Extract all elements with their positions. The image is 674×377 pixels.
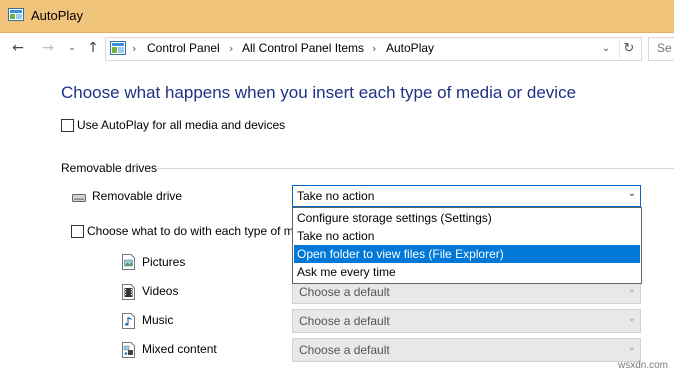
breadcrumb-separator[interactable]: › xyxy=(132,42,136,55)
page-title: Choose what happens when you insert each… xyxy=(61,83,577,102)
forward-arrow-icon[interactable]: → xyxy=(39,39,57,57)
address-history-chevron-icon[interactable]: ⌄ xyxy=(599,41,613,57)
select-value: Choose a default xyxy=(299,343,390,357)
breadcrumb-control-panel[interactable]: Control Panel xyxy=(147,41,220,55)
use-autoplay-label[interactable]: Use AutoPlay for all media and devices xyxy=(77,118,285,132)
dropdown-option-open-folder[interactable]: Open folder to view files (File Explorer… xyxy=(294,245,640,263)
search-placeholder: Se xyxy=(657,41,672,55)
breadcrumb-autoplay[interactable]: AutoPlay xyxy=(386,41,434,55)
chevron-down-icon: ⌄ xyxy=(627,284,636,295)
dropdown-option-label: Open folder to view files (File Explorer… xyxy=(297,247,504,261)
removable-drive-label: Removable drive xyxy=(92,189,183,203)
removable-drive-selected-value: Take no action xyxy=(297,189,375,203)
breadcrumb-separator[interactable]: › xyxy=(229,42,233,55)
mixed-content-icon xyxy=(122,342,135,358)
removable-drive-dropdown-list: Configure storage settings (Settings) Ta… xyxy=(292,207,642,284)
music-default-select[interactable]: Choose a default ⌄ xyxy=(292,309,641,333)
window-title: AutoPlay xyxy=(31,8,84,23)
use-autoplay-checkbox[interactable] xyxy=(61,119,74,132)
title-bar: AutoPlay xyxy=(0,0,674,33)
chevron-down-icon: ⌄ xyxy=(627,188,636,199)
videos-icon xyxy=(122,284,135,300)
control-panel-icon xyxy=(110,41,126,55)
select-value: Choose a default xyxy=(299,314,390,328)
dropdown-option-configure-storage[interactable]: Configure storage settings (Settings) xyxy=(294,209,640,227)
removable-drive-select[interactable]: Take no action ⌄ xyxy=(292,185,641,207)
watermark: wsxdn.com xyxy=(617,360,668,371)
media-label-mixed-content: Mixed content xyxy=(142,342,217,356)
select-value: Choose a default xyxy=(299,285,390,299)
mixed-content-default-select[interactable]: Choose a default ⌄ xyxy=(292,338,641,362)
dropdown-option-label: Ask me every time xyxy=(297,265,396,279)
search-input[interactable]: Se xyxy=(648,37,674,61)
choose-each-type-checkbox[interactable] xyxy=(71,225,84,238)
chevron-down-icon[interactable]: ⌄ xyxy=(63,39,81,57)
music-icon xyxy=(122,313,135,329)
section-divider xyxy=(157,168,674,169)
up-arrow-icon[interactable]: ↑ xyxy=(84,39,102,57)
dropdown-option-take-no-action[interactable]: Take no action xyxy=(294,227,640,245)
dropdown-option-ask-every-time[interactable]: Ask me every time xyxy=(294,263,640,281)
dropdown-option-label: Take no action xyxy=(297,229,375,243)
control-panel-icon xyxy=(8,8,24,21)
breadcrumb-separator[interactable]: › xyxy=(372,42,376,55)
navigation-bar: ← → ⌄ ↑ › Control Panel › All Control Pa… xyxy=(0,33,674,63)
choose-each-type-label[interactable]: Choose what to do with each type of m xyxy=(87,224,294,238)
chevron-down-icon: ⌄ xyxy=(627,313,636,324)
section-removable-drives: Removable drives xyxy=(61,161,158,175)
chevron-down-icon: ⌄ xyxy=(627,342,636,353)
pictures-icon xyxy=(122,254,135,270)
back-arrow-icon[interactable]: ← xyxy=(9,39,27,57)
dropdown-option-label: Configure storage settings (Settings) xyxy=(297,211,492,225)
media-label-music: Music xyxy=(142,313,174,327)
address-bar[interactable]: › Control Panel › All Control Panel Item… xyxy=(105,37,642,61)
refresh-icon[interactable]: ↻ xyxy=(619,40,638,58)
media-label-videos: Videos xyxy=(142,284,179,298)
media-label-pictures: Pictures xyxy=(142,255,186,269)
breadcrumb-all-items[interactable]: All Control Panel Items xyxy=(242,41,364,55)
removable-drive-icon xyxy=(72,194,86,202)
